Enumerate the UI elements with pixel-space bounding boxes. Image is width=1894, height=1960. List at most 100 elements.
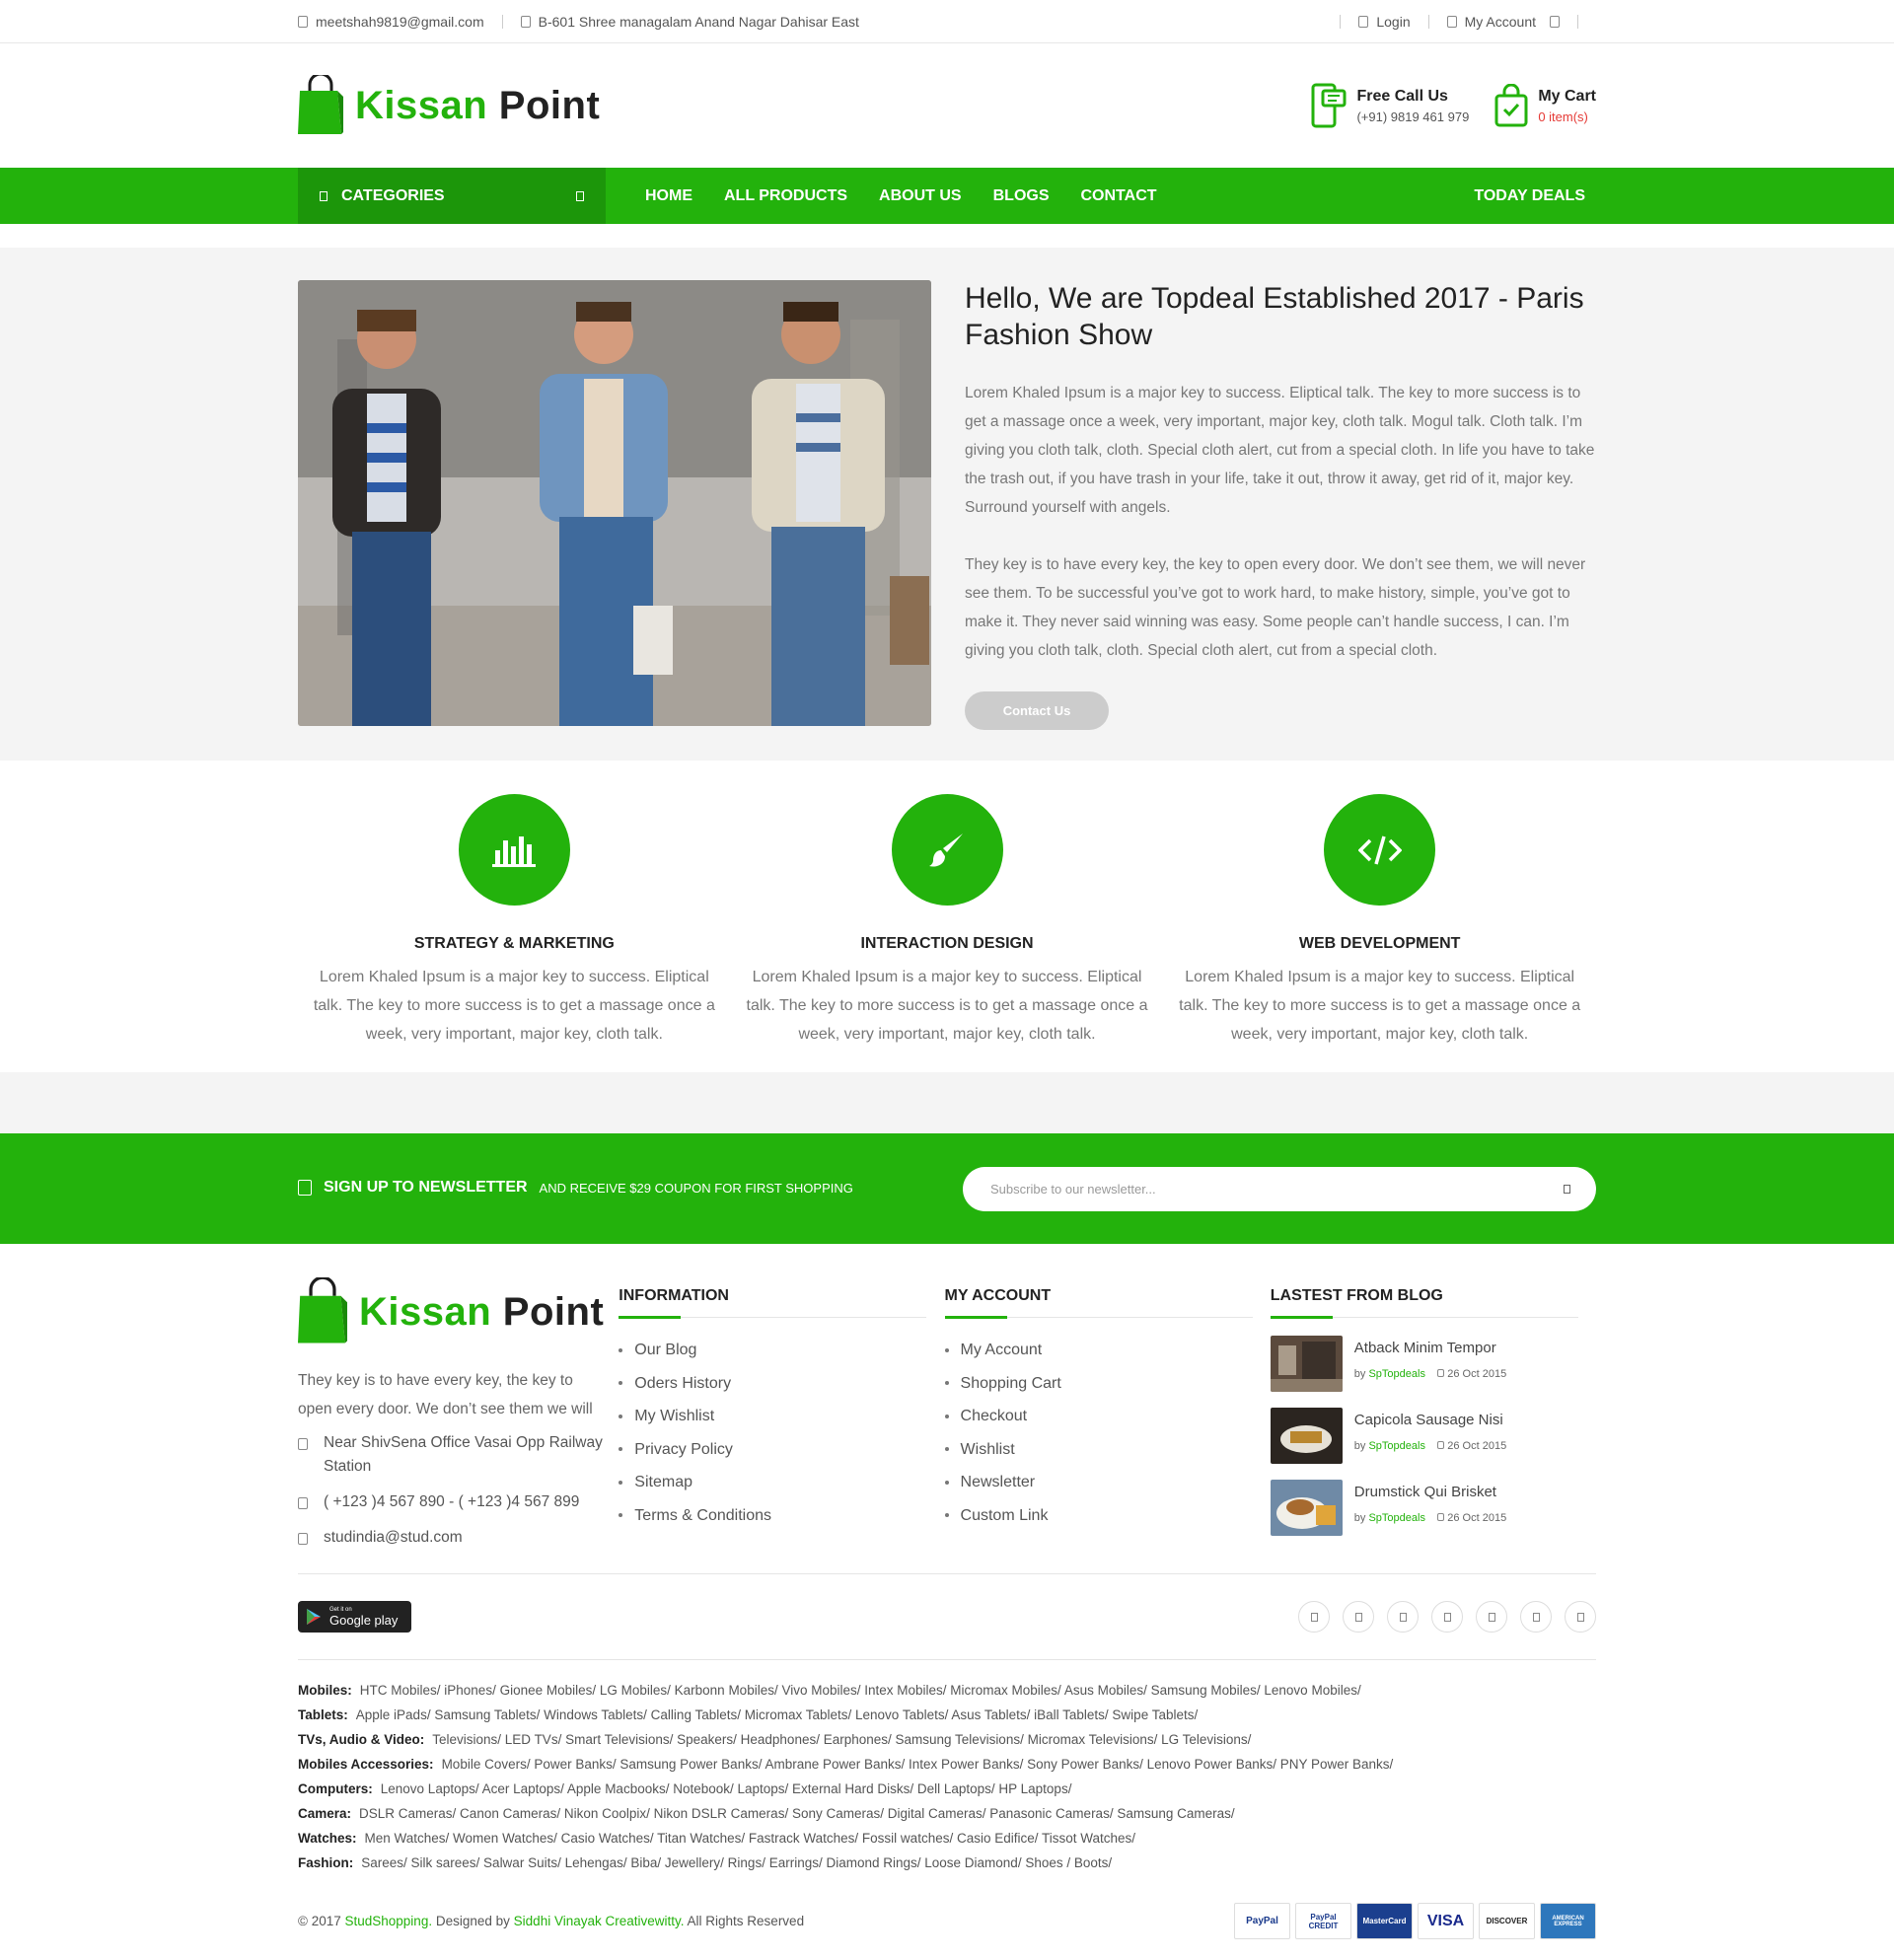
spacer <box>0 1072 1894 1133</box>
footer-about-text: They key is to have every key, the key t… <box>298 1372 593 1417</box>
social-links <box>1298 1601 1596 1633</box>
shopping-bag-icon <box>298 1277 347 1343</box>
divider <box>1577 15 1578 29</box>
free-call[interactable]: Free Call Us (+91) 9819 461 979 <box>1311 83 1469 128</box>
link-row: Computers: Lenovo Laptops/ Acer Laptops/ … <box>298 1781 1072 1796</box>
about-section: Hello, We are Topdeal Established 2017 -… <box>0 248 1894 761</box>
footer-heading: INFORMATION <box>619 1287 927 1319</box>
topbar-email[interactable]: meetshah9819@gmail.com <box>298 14 484 30</box>
feature-card: INTERACTION DESIGN Lorem Khaled Ipsum is… <box>731 794 1164 1072</box>
footer-email[interactable]: studindia@stud.com <box>298 1526 619 1550</box>
features-section: STRATEGY & MARKETING Lorem Khaled Ipsum … <box>0 761 1894 1072</box>
location-icon <box>520 16 531 28</box>
logo-word-1: Kissan <box>355 83 488 127</box>
nav-all-products[interactable]: ALL PRODUCTS <box>724 187 847 205</box>
facebook-icon[interactable] <box>1298 1601 1330 1633</box>
topbar-address: B-601 Shree managalam Anand Nagar Dahisa… <box>520 14 859 30</box>
play-store-icon <box>307 1609 321 1625</box>
feature-text: Lorem Khaled Ipsum is a major key to suc… <box>1179 969 1581 1043</box>
feature-text: Lorem Khaled Ipsum is a major key to suc… <box>313 969 715 1043</box>
payment-methods: PayPal PayPal CREDIT MasterCard VISA DIS… <box>1234 1903 1596 1939</box>
footer-my-account: MY ACCOUNT My Account Shopping Cart Chec… <box>944 1277 1271 1550</box>
contact-us-button[interactable]: Contact Us <box>965 691 1109 730</box>
pinterest-icon[interactable] <box>1476 1601 1507 1633</box>
american-express-icon: AMERICAN EXPRESS <box>1540 1903 1596 1939</box>
footer-link[interactable]: My Account <box>944 1334 1271 1367</box>
footer-heading: MY ACCOUNT <box>944 1287 1253 1319</box>
paint-brush-icon <box>929 833 963 867</box>
logo[interactable]: Kissan Point <box>298 75 600 136</box>
footer-address: Near ShivSena Office Vasai Opp Railway S… <box>298 1431 619 1479</box>
footer-link[interactable]: Our Blog <box>619 1334 944 1367</box>
lock-icon <box>1358 16 1369 28</box>
nav-blogs[interactable]: BLOGS <box>993 187 1050 205</box>
login-link[interactable]: Login <box>1358 14 1411 30</box>
footer-link[interactable]: Shopping Cart <box>944 1367 1271 1401</box>
nav-about-us[interactable]: ABOUT US <box>879 187 962 205</box>
today-deals-link[interactable]: TODAY DEALS <box>1474 187 1585 205</box>
footer-about: Kissan Point They key is to have every k… <box>298 1277 619 1550</box>
footer-heading: LASTEST FROM BLOG <box>1270 1287 1578 1319</box>
footer-logo[interactable]: Kissan Point <box>298 1277 619 1346</box>
hero-paragraph-2: They key is to have every key, the key t… <box>965 556 1586 659</box>
calendar-icon <box>1437 1369 1445 1377</box>
topbar: meetshah9819@gmail.com B-601 Shree manag… <box>0 0 1894 43</box>
blog-thumbnail <box>1270 1336 1343 1392</box>
twitter-icon[interactable] <box>1343 1601 1374 1633</box>
divider <box>501 15 503 29</box>
footer-blog: LASTEST FROM BLOG Atback Minim Tempor by… <box>1270 1277 1596 1550</box>
footer-link[interactable]: Custom Link <box>944 1499 1271 1533</box>
linkedin-icon[interactable] <box>1431 1601 1463 1633</box>
code-icon <box>1357 835 1402 864</box>
divider <box>1427 15 1429 29</box>
feature-title: INTERACTION DESIGN <box>860 935 1034 952</box>
feature-text: Lorem Khaled Ipsum is a major key to suc… <box>746 969 1148 1043</box>
discover-icon: DISCOVER <box>1479 1903 1535 1939</box>
nav-home[interactable]: HOME <box>645 187 692 205</box>
nav-contact[interactable]: CONTACT <box>1081 187 1157 205</box>
blog-post[interactable]: Atback Minim Tempor by SpTopdeals 26 Oct… <box>1270 1336 1596 1392</box>
categories-dropdown[interactable]: CATEGORIES <box>298 168 606 224</box>
link-row: Fashion: Sarees/ Silk sarees/ Salwar Suit… <box>298 1855 1113 1870</box>
footer-phone: ( +123 )4 567 890 - ( +123 )4 567 899 <box>298 1490 619 1514</box>
menu-icon <box>320 190 328 201</box>
my-account-link[interactable]: My Account <box>1446 14 1560 30</box>
footer-link[interactable]: Terms & Conditions <box>619 1499 944 1533</box>
footer-link[interactable]: My Wishlist <box>619 1400 944 1433</box>
newsletter-input[interactable]: Subscribe to our newsletter... <box>963 1166 1596 1211</box>
footer-link[interactable]: Newsletter <box>944 1466 1271 1499</box>
hero-title: Hello, We are Topdeal Established 2017 -… <box>965 282 1584 351</box>
phone-chat-icon <box>1311 83 1347 128</box>
footer-link[interactable]: Sitemap <box>619 1466 944 1499</box>
mail-icon <box>298 1533 308 1545</box>
google-play-badge[interactable]: Get it on Google play <box>298 1601 411 1633</box>
google-plus-icon[interactable] <box>1387 1601 1419 1633</box>
blog-post[interactable]: Drumstick Qui Brisket by SpTopdeals 26 O… <box>1270 1480 1596 1536</box>
newsletter-heading: SIGN UP TO NEWSLETTER <box>324 1179 528 1196</box>
footer-link[interactable]: Privacy Policy <box>619 1433 944 1467</box>
footer-link[interactable]: Checkout <box>944 1400 1271 1433</box>
newsletter-subtext: AND RECEIVE $29 COUPON FOR FIRST SHOPPIN… <box>539 1180 853 1196</box>
link-row: Mobiles Accessories: Mobile Covers/ Power… <box>298 1757 1394 1772</box>
location-icon <box>298 1438 308 1450</box>
paypal-credit-icon: PayPal CREDIT <box>1295 1903 1351 1939</box>
blog-post[interactable]: Capicola Sausage Nisi by SpTopdeals 26 O… <box>1270 1408 1596 1464</box>
youtube-icon[interactable] <box>1565 1601 1596 1633</box>
instagram-icon[interactable] <box>1520 1601 1552 1633</box>
visa-icon: VISA <box>1418 1903 1474 1939</box>
cart-bag-icon <box>1494 84 1528 127</box>
hero-photo <box>298 280 931 726</box>
footer-link[interactable]: Oders History <box>619 1367 944 1401</box>
hero-paragraph-1: Lorem Khaled Ipsum is a major key to suc… <box>965 385 1595 516</box>
my-cart[interactable]: My Cart 0 item(s) <box>1494 84 1596 127</box>
mastercard-icon: MasterCard <box>1356 1903 1413 1939</box>
feature-title: WEB DEVELOPMENT <box>1298 935 1461 952</box>
link-row: Camera: DSLR Cameras/ Canon Cameras/ Niko… <box>298 1806 1235 1821</box>
feature-card: WEB DEVELOPMENT Lorem Khaled Ipsum is a … <box>1163 794 1596 1072</box>
footer-link[interactable]: Wishlist <box>944 1433 1271 1467</box>
link-row: Watches: Men Watches/ Women Watches/ Casi… <box>298 1831 1136 1846</box>
calendar-icon <box>1437 1513 1445 1521</box>
category-links: Mobiles: HTC Mobiles/ iPhones/ Gionee Mob… <box>298 1678 1596 1875</box>
bar-chart-icon <box>492 835 537 867</box>
send-icon[interactable] <box>1564 1184 1570 1194</box>
